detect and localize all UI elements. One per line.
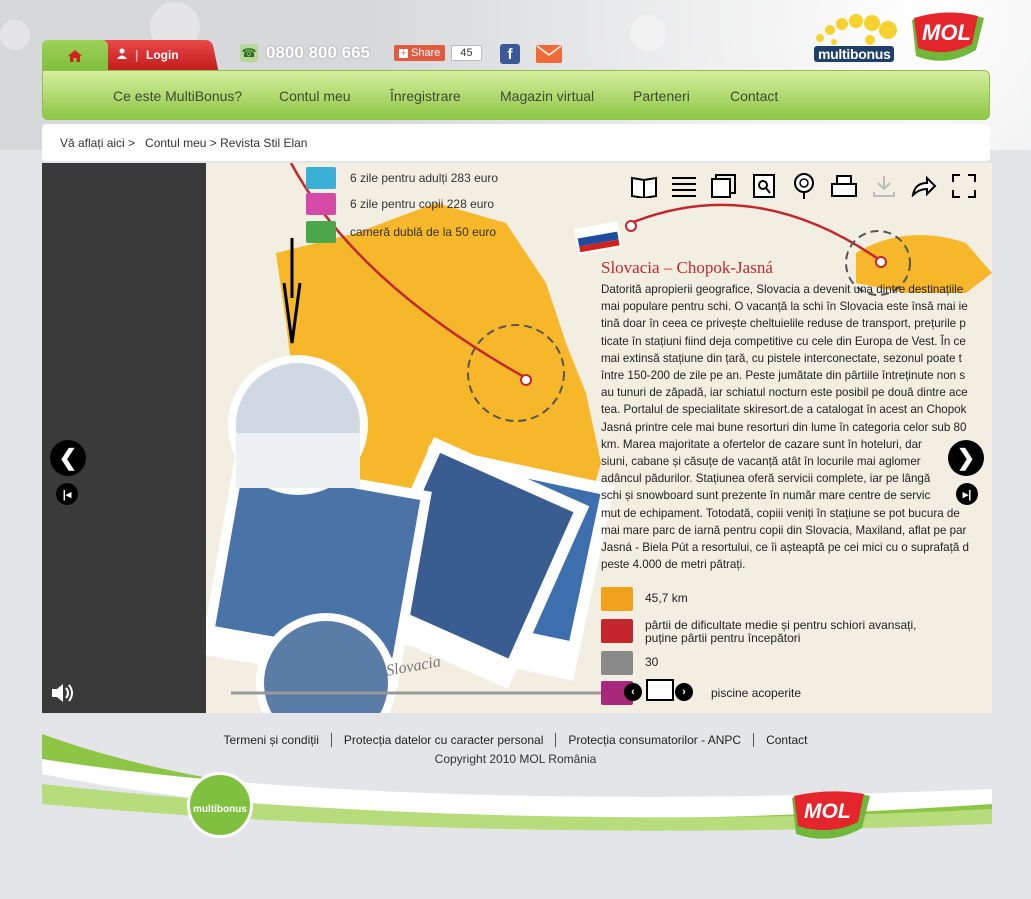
footer-links: Termeni și condiții Protecția datelor cu … — [0, 733, 1031, 747]
next-page-button[interactable]: ❯ — [948, 440, 984, 476]
footer-link-privacy[interactable]: Protecția datelor cu caracter personal — [330, 733, 556, 747]
share-arrow-icon[interactable] — [910, 173, 938, 199]
contents-list-icon[interactable] — [670, 173, 698, 199]
login-label: Login — [146, 48, 180, 62]
info-row: pârtii de dificultate medie și pentru sc… — [601, 619, 916, 645]
slopes-length-icon — [601, 587, 633, 611]
share-widget: + Share 45 — [394, 45, 482, 61]
phone-icon: ☎ — [240, 44, 258, 62]
email-icon[interactable] — [536, 45, 562, 63]
mol-logo-text: MOL — [922, 20, 971, 45]
footer-multibonus-text: multibonus — [193, 804, 247, 815]
login-tab[interactable]: | Login — [93, 40, 219, 70]
share-count: 45 — [451, 45, 482, 61]
footer-link-anpc[interactable]: Protecția consumatorilor - ANPC — [555, 733, 754, 747]
info-difficulty: pârtii de dificultate medie și pentru sc… — [645, 618, 917, 645]
magazine-page: 6 zile pentru adulți 283 euro 6 zile pen… — [206, 163, 992, 713]
nav-item-parteneri[interactable]: Parteneri — [633, 88, 690, 104]
price-room: cameră dublă de la 50 euro — [350, 225, 497, 239]
download-icon[interactable] — [870, 173, 898, 199]
last-page-button[interactable]: ▸| — [956, 483, 978, 505]
share-button[interactable]: + Share — [394, 45, 446, 61]
print-icon[interactable] — [830, 173, 858, 199]
mol-logo: MOL — [912, 12, 984, 61]
article-body: Datorită apropierii geografice, Slovacia… — [601, 283, 969, 572]
share-label: Share — [411, 47, 441, 59]
footer-link-terms[interactable]: Termeni și condiții — [212, 733, 331, 747]
mini-prev-button[interactable]: ‹ — [624, 683, 642, 701]
book-view-icon[interactable] — [630, 173, 658, 199]
mini-next-button[interactable]: › — [675, 683, 693, 701]
price-adults: 6 zile pentru adulți 283 euro — [350, 171, 499, 185]
home-tab[interactable] — [42, 40, 108, 72]
first-page-button[interactable]: |◂ — [56, 483, 78, 505]
breadcrumb-path[interactable]: Contul meu > Revista Stil Elan — [145, 136, 307, 150]
footer-multibonus-logo[interactable]: multibonus — [187, 772, 253, 838]
zoom-icon[interactable] — [790, 173, 818, 199]
speaker-icon[interactable] — [50, 681, 76, 710]
main-navigation: Ce este MultiBonus? Contul meu Înregistr… — [42, 70, 990, 120]
info-length: 45,7 km — [645, 591, 688, 605]
ticket-icon — [306, 167, 336, 189]
fullscreen-icon[interactable] — [950, 173, 978, 199]
logo-area[interactable]: multibonus MOL — [810, 8, 995, 68]
mini-book-icon[interactable] — [646, 679, 674, 701]
phone-number: 0800 800 665 — [266, 43, 370, 62]
decor-bubble — [630, 15, 666, 51]
tab-separator: | — [135, 48, 139, 62]
price-row: 6 zile pentru copii 228 euro — [306, 193, 494, 215]
viewer-toolbar — [630, 173, 978, 199]
nav-item-magazin-virtual[interactable]: Magazin virtual — [500, 88, 594, 104]
footer-link-contact[interactable]: Contact — [753, 733, 820, 747]
phone-contact: ☎ 0800 800 665 — [240, 43, 370, 63]
nav-item-contul-meu[interactable]: Contul meu — [279, 88, 351, 104]
plus-icon: + — [399, 47, 408, 58]
ticket-icon — [306, 193, 336, 215]
user-icon — [117, 48, 127, 62]
multibonus-brand-text: multibonus — [814, 46, 895, 62]
breadcrumb: Vă aflați aici > Contul meu > Revista St… — [42, 124, 990, 161]
nav-item-inregistrare[interactable]: Înregistrare — [390, 88, 461, 104]
breadcrumb-prefix: Vă aflați aici > — [60, 135, 136, 150]
magazine-viewer[interactable]: 6 zile pentru adulți 283 euro 6 zile pen… — [42, 163, 992, 713]
price-row: 6 zile pentru adulți 283 euro — [306, 167, 498, 189]
lift-icon — [601, 651, 633, 675]
price-children: 6 zile pentru copii 228 euro — [350, 197, 495, 211]
info-row: 45,7 km — [601, 587, 688, 611]
skier-icon — [601, 619, 633, 643]
decor-bubble — [0, 20, 30, 50]
info-row: 30 — [601, 651, 658, 675]
nav-item-contact[interactable]: Contact — [730, 88, 778, 104]
footer-mol-text: MOL — [804, 800, 851, 823]
footer-mol-logo[interactable]: MOL — [788, 790, 874, 842]
nav-item-ce-este-multibonus[interactable]: Ce este MultiBonus? — [113, 88, 242, 104]
facebook-icon[interactable]: f — [500, 44, 520, 64]
prev-page-button[interactable]: ❮ — [50, 440, 86, 476]
article-title: Slovacia – Chopok-Jasná — [601, 258, 773, 277]
home-icon — [68, 50, 82, 62]
house-icon — [306, 221, 336, 243]
info-lifts: 30 — [645, 655, 659, 669]
search-icon[interactable] — [750, 173, 778, 199]
pages-icon[interactable] — [710, 173, 738, 199]
price-row: cameră dublă de la 50 euro — [306, 221, 496, 243]
copyright: Copyright 2010 MOL România — [434, 752, 597, 766]
